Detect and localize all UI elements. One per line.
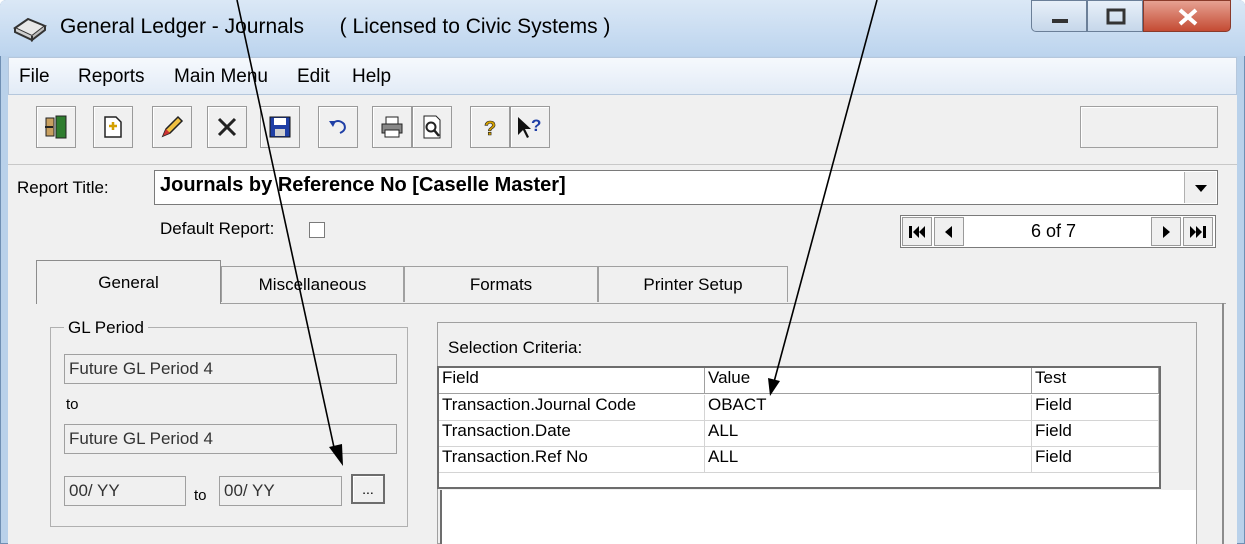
svg-text:?: ? [531, 116, 541, 135]
save-button[interactable] [260, 106, 300, 148]
undo-icon [329, 120, 346, 134]
window-title-text: General Ledger - Journals [60, 15, 304, 38]
tab-printer-setup[interactable]: Printer Setup [598, 266, 788, 302]
edit-button[interactable] [152, 106, 192, 148]
print-preview-icon [423, 115, 441, 139]
save-icon [269, 116, 291, 138]
table-cell[interactable]: Field [1032, 395, 1159, 421]
window-title: General Ledger - Journals ( Licensed to … [60, 15, 610, 39]
menu-edit[interactable]: Edit [297, 66, 330, 88]
tab-general[interactable]: General [36, 260, 221, 304]
table-cell[interactable]: OBACT [705, 395, 1032, 421]
column-header-field[interactable]: Field [439, 368, 705, 394]
print-button[interactable] [372, 106, 412, 148]
minimize-icon [1052, 19, 1068, 23]
context-help-button[interactable]: ? [510, 106, 550, 148]
new-button[interactable] [93, 106, 133, 148]
help-button[interactable]: ? [470, 106, 510, 148]
previous-record-button[interactable] [934, 217, 964, 246]
ellipsis-icon: ... [362, 481, 374, 497]
maximize-icon [1106, 8, 1126, 25]
browse-period-button[interactable]: ... [351, 474, 385, 504]
selection-criteria-label: Selection Criteria: [448, 338, 583, 357]
print-preview-button[interactable] [412, 106, 452, 148]
menu-help[interactable]: Help [352, 66, 391, 88]
table-cell[interactable]: Transaction.Date [439, 421, 705, 447]
exit-icon [45, 115, 67, 139]
column-header-value[interactable]: Value [705, 368, 1032, 394]
column-header-test[interactable]: Test [1032, 368, 1159, 394]
record-position: 6 of 7 [1031, 221, 1077, 241]
default-report-checkbox[interactable] [309, 222, 325, 238]
gl-period-label: GL Period [64, 318, 148, 338]
menu-main-menu[interactable]: Main Menu [174, 66, 268, 88]
table-cell[interactable]: Field [1032, 447, 1159, 473]
delete-icon [217, 117, 237, 137]
table-cell[interactable]: Transaction.Journal Code [439, 395, 705, 421]
report-title-value: Journals by Reference No [Caselle Master… [160, 174, 566, 196]
table-cell[interactable]: Field [1032, 421, 1159, 447]
first-record-button[interactable] [902, 217, 932, 246]
table-cell[interactable]: ALL [705, 447, 1032, 473]
help-icon: ? [484, 118, 497, 140]
close-button[interactable] [1143, 0, 1231, 32]
previous-record-icon [945, 225, 952, 238]
last-record-icon [1190, 225, 1206, 238]
gl-period-from-field[interactable]: Future GL Period 4 [64, 354, 397, 384]
default-report-label: Default Report: [160, 219, 275, 238]
undo-button[interactable] [318, 106, 358, 148]
print-icon [381, 116, 403, 138]
last-record-button[interactable] [1183, 217, 1213, 246]
report-title-dropdown-button[interactable] [1184, 172, 1216, 203]
new-icon [104, 116, 122, 138]
tab-formats[interactable]: Formats [404, 266, 598, 302]
grid-empty-area [440, 490, 1196, 544]
gl-period-to-label: to [66, 396, 79, 413]
context-help-icon: ? [518, 116, 541, 138]
menu-file[interactable]: File [19, 66, 50, 88]
close-icon [1178, 8, 1198, 26]
report-title-label: Report Title: [17, 178, 109, 197]
maximize-button[interactable] [1087, 0, 1143, 32]
next-record-button[interactable] [1151, 217, 1181, 246]
date-from-field[interactable]: 00/ YY [64, 476, 186, 506]
table-cell[interactable]: ALL [705, 421, 1032, 447]
edit-pencil-icon [161, 115, 184, 138]
first-record-icon [909, 225, 925, 238]
table-cell[interactable]: Transaction.Ref No [439, 447, 705, 473]
tab-miscellaneous[interactable]: Miscellaneous [221, 266, 404, 302]
tab-panel-edge [1222, 303, 1224, 544]
exit-button[interactable] [36, 106, 76, 148]
chevron-down-icon [1194, 184, 1207, 192]
minimize-button[interactable] [1031, 0, 1087, 32]
next-record-icon [1163, 225, 1170, 238]
svg-text:?: ? [484, 118, 496, 140]
date-to-field[interactable]: 00/ YY [219, 476, 342, 506]
delete-button[interactable] [207, 106, 247, 148]
license-text: ( Licensed to Civic Systems ) [339, 15, 611, 38]
status-box [1080, 106, 1218, 148]
toolbar [8, 95, 1237, 165]
date-to-label: to [194, 487, 207, 504]
gl-period-to-field[interactable]: Future GL Period 4 [64, 424, 397, 454]
app-icon [12, 14, 48, 43]
menu-reports[interactable]: Reports [78, 66, 145, 88]
